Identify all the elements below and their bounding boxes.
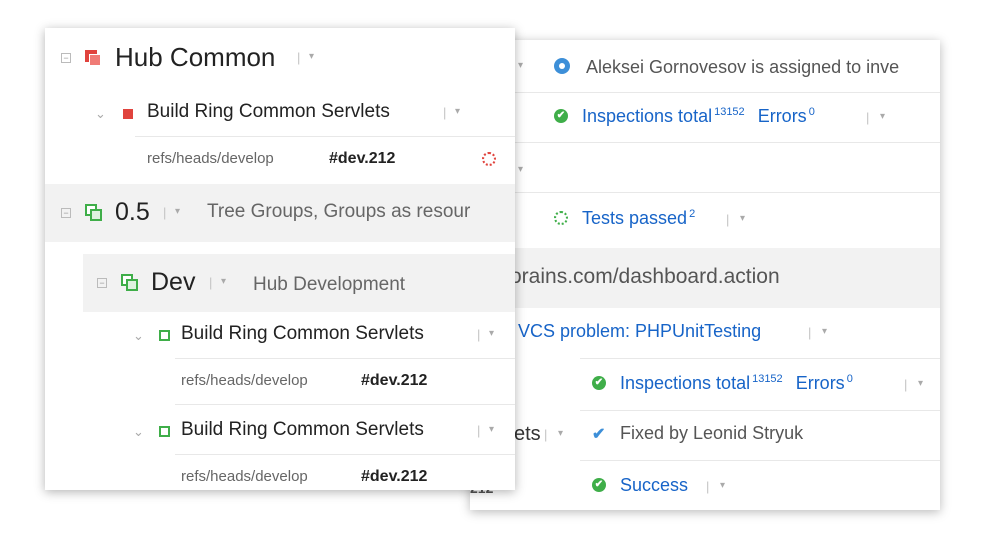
project-header-hub-common: − Hub Common | ▾ (45, 28, 515, 90)
dashboard-url[interactable]: orains.com/dashboard.action (510, 265, 780, 289)
inspections-row-2: ✔ Inspections total 13152 Errors 0 | ▾ (470, 370, 940, 400)
expand-chevron-icon[interactable]: ⌄ (95, 106, 106, 122)
chevron-down-icon[interactable]: ▾ (740, 213, 745, 224)
build-row: ⌄ Build Ring Common Servlets | ▾ (89, 90, 515, 136)
project-description: Hub Development (253, 274, 406, 295)
separator: | (866, 110, 870, 125)
fixed-by-text: Fixed by Leonid Stryuk (620, 423, 804, 443)
separator: | (904, 377, 908, 392)
chevron-down-icon[interactable]: ▾ (455, 106, 460, 117)
project-title[interactable]: Hub Common (115, 42, 275, 73)
build-number[interactable]: #dev.212 (361, 372, 427, 390)
chevron-down-icon[interactable]: ▾ (558, 428, 563, 439)
collapse-icon[interactable]: − (61, 208, 71, 218)
chevron-down-icon[interactable]: ▾ (518, 164, 523, 175)
inspections-summary-2[interactable]: Inspections total 13152 Errors 0 (620, 373, 853, 394)
tests-summary[interactable]: Tests passed 2 (582, 208, 695, 229)
running-spinner-icon (554, 211, 568, 225)
chevron-down-icon[interactable]: ▾ (309, 51, 314, 62)
collapse-icon[interactable]: − (97, 278, 107, 288)
separator: | (726, 212, 730, 227)
chevron-down-icon[interactable]: ▾ (489, 424, 494, 435)
separator: | (443, 105, 447, 120)
success-link[interactable]: Success (620, 475, 688, 496)
inspections-row: ✔ Inspections total 13152 Errors 0 | ▾ (470, 104, 940, 134)
url-band: orains.com/dashboard.action (470, 248, 940, 308)
separator: | (808, 325, 812, 340)
project-title[interactable]: 0.5 (115, 198, 150, 227)
expand-chevron-icon[interactable]: ⌄ (133, 424, 144, 440)
expand-chevron-icon[interactable]: ⌄ (133, 328, 144, 344)
build-status-panel: ▾ Aleksei Gornovesov is assigned to inve… (470, 40, 940, 510)
build-row: ⌄ Build Ring Common Servlets | ▾ (127, 314, 515, 358)
truncated-build-name: ets (514, 423, 541, 445)
chevron-down-icon[interactable]: ▾ (822, 326, 827, 337)
chevron-down-icon[interactable]: ▾ (918, 378, 923, 389)
project-tree-panel: − Hub Common | ▾ ⌄ Build Ring Common Ser… (45, 28, 515, 490)
chevron-down-icon[interactable]: ▾ (221, 276, 226, 287)
tests-row: Tests passed 2 | ▾ (470, 206, 940, 236)
build-name[interactable]: Build Ring Common Servlets (181, 323, 424, 345)
branch-row: refs/heads/develop #dev.212 (135, 138, 515, 178)
build-name[interactable]: Build Ring Common Servlets (147, 101, 390, 123)
separator: | (706, 479, 710, 494)
chevron-down-icon[interactable]: ▾ (489, 328, 494, 339)
success-check-icon: ✔ (592, 478, 606, 492)
branch-name[interactable]: refs/heads/develop (181, 468, 308, 485)
empty-row: ▾ (470, 152, 940, 182)
separator: | (209, 275, 213, 290)
branch-name[interactable]: refs/heads/develop (147, 150, 274, 167)
project-header-0-5: − 0.5 | ▾ Tree Groups, Groups as resour (45, 184, 515, 242)
build-row: ⌄ Build Ring Common Servlets | ▾ (127, 410, 515, 454)
build-name[interactable]: Build Ring Common Servlets (181, 419, 424, 441)
success-row: 212 ✔ Success | ▾ (470, 472, 940, 502)
chevron-down-icon[interactable]: ▾ (175, 206, 180, 217)
checkmark-icon: ✔ (592, 426, 606, 443)
vcs-problem-link[interactable]: VCS problem: PHPUnitTesting (518, 321, 761, 342)
build-number[interactable]: #dev.212 (361, 468, 427, 486)
collapse-icon[interactable]: − (61, 53, 71, 63)
build-success-icon (159, 330, 170, 341)
build-success-icon (159, 426, 170, 437)
chevron-down-icon[interactable]: ▾ (720, 480, 725, 491)
build-number[interactable]: #dev.212 (329, 150, 395, 168)
running-failed-spinner-icon (482, 152, 496, 166)
project-title[interactable]: Dev (151, 268, 195, 297)
inspections-summary[interactable]: Inspections total 13152 Errors 0 (582, 106, 815, 127)
assignment-text: Aleksei Gornovesov is assigned to inve (586, 57, 900, 77)
chevron-down-icon[interactable]: ▾ (518, 60, 523, 71)
build-failed-icon (123, 109, 133, 119)
success-check-icon: ✔ (592, 376, 606, 390)
success-check-icon: ✔ (554, 109, 568, 123)
assignment-row: ▾ Aleksei Gornovesov is assigned to inve (470, 54, 940, 84)
chevron-down-icon[interactable]: ▾ (880, 111, 885, 122)
vcs-problem-row: VCS problem: PHPUnitTesting | ▾ (470, 318, 940, 348)
project-description: Tree Groups, Groups as resour (207, 201, 471, 222)
branch-row: refs/heads/develop #dev.212 (175, 456, 515, 490)
separator: | (477, 327, 481, 342)
fixed-by-row: ets | ▾ ✔ Fixed by Leonid Stryuk (470, 420, 940, 450)
separator: | (544, 427, 548, 442)
branch-row: refs/heads/develop #dev.212 (175, 360, 515, 404)
project-header-dev: − Dev | ▾ Hub Development (83, 254, 515, 312)
branch-name[interactable]: refs/heads/develop (181, 372, 308, 389)
investigation-icon (554, 58, 570, 74)
separator: | (163, 205, 167, 220)
separator: | (297, 50, 301, 65)
separator: | (477, 423, 481, 438)
